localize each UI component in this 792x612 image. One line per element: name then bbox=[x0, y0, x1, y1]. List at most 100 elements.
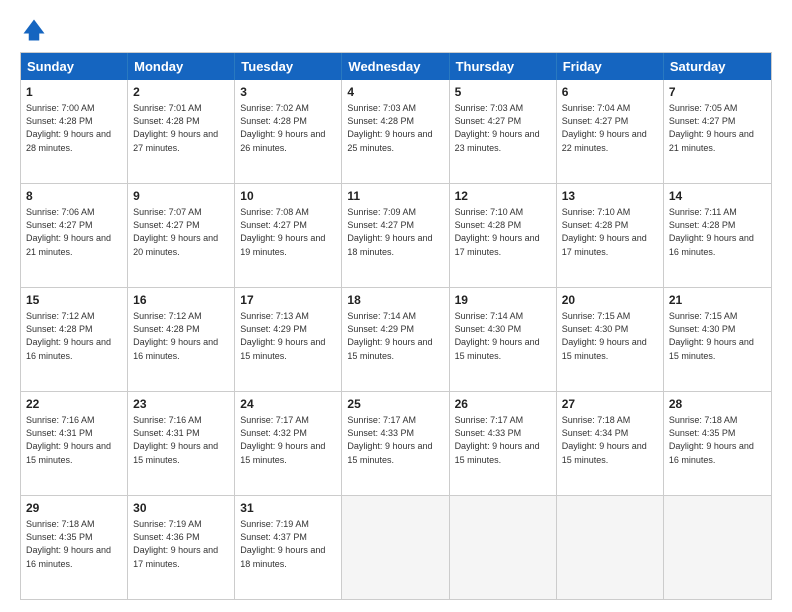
day-header-thursday: Thursday bbox=[450, 53, 557, 80]
cell-info: Sunrise: 7:15 AMSunset: 4:30 PMDaylight:… bbox=[562, 311, 647, 361]
calendar-cell: 7 Sunrise: 7:05 AMSunset: 4:27 PMDaylight… bbox=[664, 80, 771, 183]
cell-info: Sunrise: 7:03 AMSunset: 4:28 PMDaylight:… bbox=[347, 103, 432, 153]
day-header-monday: Monday bbox=[128, 53, 235, 80]
cell-info: Sunrise: 7:01 AMSunset: 4:28 PMDaylight:… bbox=[133, 103, 218, 153]
cell-info: Sunrise: 7:14 AMSunset: 4:29 PMDaylight:… bbox=[347, 311, 432, 361]
day-number: 7 bbox=[669, 84, 766, 101]
calendar-cell: 13 Sunrise: 7:10 AMSunset: 4:28 PMDayligh… bbox=[557, 184, 664, 287]
calendar-cell: 24Sunrise: 7:17 AMSunset: 4:32 PMDayligh… bbox=[235, 392, 342, 495]
calendar-cell: 10Sunrise: 7:08 AMSunset: 4:27 PMDayligh… bbox=[235, 184, 342, 287]
page: SundayMondayTuesdayWednesdayThursdayFrid… bbox=[0, 0, 792, 612]
day-number: 5 bbox=[455, 84, 551, 101]
cell-info: Sunrise: 7:12 AMSunset: 4:28 PMDaylight:… bbox=[26, 311, 111, 361]
calendar-cell bbox=[342, 496, 449, 599]
day-number: 31 bbox=[240, 500, 336, 517]
cell-info: Sunrise: 7:12 AMSunset: 4:28 PMDaylight:… bbox=[133, 311, 218, 361]
day-number: 19 bbox=[455, 292, 551, 309]
day-number: 9 bbox=[133, 188, 229, 205]
day-number: 21 bbox=[669, 292, 766, 309]
cell-info: Sunrise: 7:13 AMSunset: 4:29 PMDaylight:… bbox=[240, 311, 325, 361]
calendar-row-5: 29Sunrise: 7:18 AMSunset: 4:35 PMDayligh… bbox=[21, 496, 771, 599]
calendar-cell: 12Sunrise: 7:10 AMSunset: 4:28 PMDayligh… bbox=[450, 184, 557, 287]
day-number: 15 bbox=[26, 292, 122, 309]
calendar-cell: 31 Sunrise: 7:19 AMSunset: 4:37 PMDayligh… bbox=[235, 496, 342, 599]
day-number: 16 bbox=[133, 292, 229, 309]
calendar-cell: 16 Sunrise: 7:12 AMSunset: 4:28 PMDayligh… bbox=[128, 288, 235, 391]
day-number: 3 bbox=[240, 84, 336, 101]
calendar: SundayMondayTuesdayWednesdayThursdayFrid… bbox=[20, 52, 772, 600]
day-number: 23 bbox=[133, 396, 229, 413]
calendar-row-4: 22 Sunrise: 7:16 AMSunset: 4:31 PMDayligh… bbox=[21, 392, 771, 496]
day-number: 26 bbox=[455, 396, 551, 413]
calendar-header: SundayMondayTuesdayWednesdayThursdayFrid… bbox=[21, 53, 771, 80]
header bbox=[20, 16, 772, 44]
calendar-cell: 2 Sunrise: 7:01 AMSunset: 4:28 PMDaylight… bbox=[128, 80, 235, 183]
calendar-cell: 3 Sunrise: 7:02 AMSunset: 4:28 PMDaylight… bbox=[235, 80, 342, 183]
calendar-cell: 26Sunrise: 7:17 AMSunset: 4:33 PMDayligh… bbox=[450, 392, 557, 495]
day-header-wednesday: Wednesday bbox=[342, 53, 449, 80]
calendar-cell: 29Sunrise: 7:18 AMSunset: 4:35 PMDayligh… bbox=[21, 496, 128, 599]
calendar-cell: 25 Sunrise: 7:17 AMSunset: 4:33 PMDayligh… bbox=[342, 392, 449, 495]
day-number: 10 bbox=[240, 188, 336, 205]
day-number: 24 bbox=[240, 396, 336, 413]
day-header-friday: Friday bbox=[557, 53, 664, 80]
calendar-cell: 15 Sunrise: 7:12 AMSunset: 4:28 PMDayligh… bbox=[21, 288, 128, 391]
day-number: 13 bbox=[562, 188, 658, 205]
cell-info: Sunrise: 7:02 AMSunset: 4:28 PMDaylight:… bbox=[240, 103, 325, 153]
day-header-tuesday: Tuesday bbox=[235, 53, 342, 80]
calendar-body: 1 Sunrise: 7:00 AMSunset: 4:28 PMDaylight… bbox=[21, 80, 771, 599]
calendar-cell: 6 Sunrise: 7:04 AMSunset: 4:27 PMDaylight… bbox=[557, 80, 664, 183]
day-number: 25 bbox=[347, 396, 443, 413]
cell-info: Sunrise: 7:17 AMSunset: 4:33 PMDaylight:… bbox=[347, 415, 432, 465]
day-number: 29 bbox=[26, 500, 122, 517]
day-number: 17 bbox=[240, 292, 336, 309]
calendar-cell: 22 Sunrise: 7:16 AMSunset: 4:31 PMDayligh… bbox=[21, 392, 128, 495]
cell-info: Sunrise: 7:16 AMSunset: 4:31 PMDaylight:… bbox=[26, 415, 111, 465]
calendar-cell: 17 Sunrise: 7:13 AMSunset: 4:29 PMDayligh… bbox=[235, 288, 342, 391]
cell-info: Sunrise: 7:06 AMSunset: 4:27 PMDaylight:… bbox=[26, 207, 111, 257]
calendar-cell bbox=[664, 496, 771, 599]
cell-info: Sunrise: 7:07 AMSunset: 4:27 PMDaylight:… bbox=[133, 207, 218, 257]
calendar-row-2: 8Sunrise: 7:06 AMSunset: 4:27 PMDaylight… bbox=[21, 184, 771, 288]
cell-info: Sunrise: 7:10 AMSunset: 4:28 PMDaylight:… bbox=[562, 207, 647, 257]
day-number: 1 bbox=[26, 84, 122, 101]
day-number: 28 bbox=[669, 396, 766, 413]
calendar-cell: 30 Sunrise: 7:19 AMSunset: 4:36 PMDayligh… bbox=[128, 496, 235, 599]
cell-info: Sunrise: 7:18 AMSunset: 4:35 PMDaylight:… bbox=[669, 415, 754, 465]
cell-info: Sunrise: 7:15 AMSunset: 4:30 PMDaylight:… bbox=[669, 311, 754, 361]
day-number: 14 bbox=[669, 188, 766, 205]
cell-info: Sunrise: 7:00 AMSunset: 4:28 PMDaylight:… bbox=[26, 103, 111, 153]
cell-info: Sunrise: 7:05 AMSunset: 4:27 PMDaylight:… bbox=[669, 103, 754, 153]
day-number: 2 bbox=[133, 84, 229, 101]
day-header-saturday: Saturday bbox=[664, 53, 771, 80]
calendar-cell: 14Sunrise: 7:11 AMSunset: 4:28 PMDayligh… bbox=[664, 184, 771, 287]
day-number: 22 bbox=[26, 396, 122, 413]
calendar-cell: 11Sunrise: 7:09 AMSunset: 4:27 PMDayligh… bbox=[342, 184, 449, 287]
logo bbox=[20, 16, 52, 44]
day-number: 30 bbox=[133, 500, 229, 517]
calendar-cell: 19 Sunrise: 7:14 AMSunset: 4:30 PMDayligh… bbox=[450, 288, 557, 391]
logo-icon bbox=[20, 16, 48, 44]
cell-info: Sunrise: 7:10 AMSunset: 4:28 PMDaylight:… bbox=[455, 207, 540, 257]
calendar-cell: 18Sunrise: 7:14 AMSunset: 4:29 PMDayligh… bbox=[342, 288, 449, 391]
cell-info: Sunrise: 7:19 AMSunset: 4:37 PMDaylight:… bbox=[240, 519, 325, 569]
cell-info: Sunrise: 7:04 AMSunset: 4:27 PMDaylight:… bbox=[562, 103, 647, 153]
calendar-cell: 9 Sunrise: 7:07 AMSunset: 4:27 PMDaylight… bbox=[128, 184, 235, 287]
calendar-cell: 28 Sunrise: 7:18 AMSunset: 4:35 PMDayligh… bbox=[664, 392, 771, 495]
cell-info: Sunrise: 7:18 AMSunset: 4:34 PMDaylight:… bbox=[562, 415, 647, 465]
day-number: 6 bbox=[562, 84, 658, 101]
calendar-cell: 27 Sunrise: 7:18 AMSunset: 4:34 PMDayligh… bbox=[557, 392, 664, 495]
cell-info: Sunrise: 7:19 AMSunset: 4:36 PMDaylight:… bbox=[133, 519, 218, 569]
calendar-cell: 1 Sunrise: 7:00 AMSunset: 4:28 PMDaylight… bbox=[21, 80, 128, 183]
day-number: 11 bbox=[347, 188, 443, 205]
day-number: 20 bbox=[562, 292, 658, 309]
calendar-cell bbox=[557, 496, 664, 599]
cell-info: Sunrise: 7:16 AMSunset: 4:31 PMDaylight:… bbox=[133, 415, 218, 465]
day-number: 27 bbox=[562, 396, 658, 413]
day-number: 4 bbox=[347, 84, 443, 101]
calendar-row-3: 15 Sunrise: 7:12 AMSunset: 4:28 PMDayligh… bbox=[21, 288, 771, 392]
calendar-cell: 21 Sunrise: 7:15 AMSunset: 4:30 PMDayligh… bbox=[664, 288, 771, 391]
calendar-row-1: 1 Sunrise: 7:00 AMSunset: 4:28 PMDaylight… bbox=[21, 80, 771, 184]
calendar-cell bbox=[450, 496, 557, 599]
cell-info: Sunrise: 7:14 AMSunset: 4:30 PMDaylight:… bbox=[455, 311, 540, 361]
